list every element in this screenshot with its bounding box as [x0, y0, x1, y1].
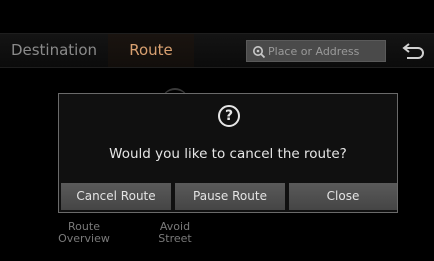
- navigation-screen: Destination Route Place or Address Route…: [0, 0, 434, 261]
- back-arrow-icon[interactable]: [398, 36, 430, 66]
- question-icon: ?: [218, 105, 240, 127]
- close-button[interactable]: Close: [289, 183, 397, 210]
- cancel-route-button[interactable]: Cancel Route: [61, 183, 171, 210]
- route-overview-menu-item[interactable]: Route Overview: [54, 221, 114, 245]
- dialog-button-row: Cancel Route Pause Route Close: [61, 183, 397, 211]
- dialog-message: Would you like to cancel the route?: [109, 146, 347, 162]
- cancel-route-dialog: ? Would you like to cancel the route? Ca…: [58, 93, 398, 213]
- search-icon: [253, 46, 266, 59]
- top-nav-bar: Destination Route Place or Address: [0, 33, 434, 68]
- pause-route-button[interactable]: Pause Route: [175, 183, 285, 210]
- tab-destination[interactable]: Destination: [0, 34, 108, 67]
- search-input[interactable]: Place or Address: [246, 40, 386, 62]
- tab-route[interactable]: Route: [108, 34, 194, 67]
- avoid-street-menu-item[interactable]: Avoid Street: [150, 221, 200, 245]
- search-placeholder: Place or Address: [268, 45, 360, 58]
